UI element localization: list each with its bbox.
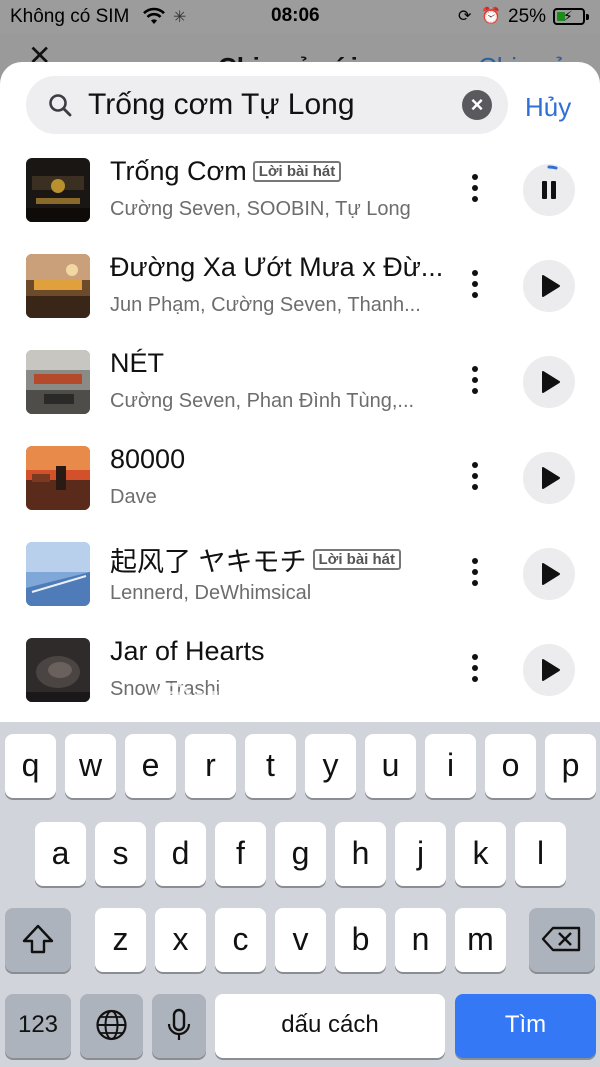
- search-input[interactable]: [88, 82, 458, 128]
- more-options-icon[interactable]: [462, 362, 488, 402]
- key-e[interactable]: e: [125, 734, 176, 798]
- more-options-icon[interactable]: [462, 650, 488, 690]
- lyrics-badge: Lời bài hát: [312, 549, 402, 570]
- key-i[interactable]: i: [425, 734, 476, 798]
- play-button[interactable]: [523, 452, 575, 504]
- album-art: [26, 254, 90, 318]
- result-row[interactable]: 80000 Dave: [0, 444, 600, 542]
- key-g[interactable]: g: [275, 822, 326, 886]
- search-submit-key[interactable]: Tìm: [455, 994, 596, 1058]
- dictation-key[interactable]: [152, 994, 206, 1058]
- globe-icon: [96, 1009, 127, 1041]
- play-button[interactable]: [523, 260, 575, 312]
- clear-search-icon[interactable]: ×: [462, 90, 492, 120]
- key-r[interactable]: r: [185, 734, 236, 798]
- battery-percent: 25%: [508, 6, 547, 27]
- key-x[interactable]: x: [155, 908, 206, 972]
- song-artist: Cường Seven, SOOBIN, Tự Long: [110, 198, 411, 220]
- key-h[interactable]: h: [335, 822, 386, 886]
- battery-icon: ⚡: [553, 8, 589, 25]
- key-p[interactable]: p: [545, 734, 596, 798]
- result-row[interactable]: 起风了 ヤキモチ Lời bài hát Lennerd, DeWhimsical: [0, 542, 600, 638]
- song-artist: Cường Seven, Phan Đình Tùng,...: [110, 390, 415, 412]
- watermark: @uantrimang: [150, 675, 444, 724]
- song-artist: Lennerd, DeWhimsical: [110, 582, 312, 604]
- shift-icon: [22, 924, 54, 954]
- key-s[interactable]: s: [95, 822, 146, 886]
- play-button[interactable]: [523, 644, 575, 696]
- clock-label: 08:06: [271, 5, 320, 26]
- song-artist: Dave: [110, 486, 157, 508]
- key-t[interactable]: t: [245, 734, 296, 798]
- shift-key[interactable]: [5, 908, 71, 972]
- album-art: [26, 158, 90, 222]
- song-title: 80000: [110, 444, 186, 474]
- key-l[interactable]: l: [515, 822, 566, 886]
- status-bar: Không có SIM ✳ 08:06 ⟳ ⏰ 25% ⚡: [0, 0, 600, 34]
- keyboard: q w e r t y u i o p a s d f g h j k l z …: [0, 722, 600, 1067]
- album-art: [26, 350, 90, 414]
- song-title: 起风了 ヤキモチ: [110, 547, 307, 577]
- more-options-icon[interactable]: [462, 458, 488, 498]
- carrier-label: Không có SIM: [10, 6, 130, 27]
- play-button[interactable]: [523, 356, 575, 408]
- space-key[interactable]: dấu cách: [215, 994, 445, 1058]
- result-row[interactable]: Trống Cơm Lời bài hát Cường Seven, SOOBIN…: [0, 156, 600, 254]
- wifi-icon: [142, 6, 166, 31]
- key-o[interactable]: o: [485, 734, 536, 798]
- numbers-key[interactable]: 123: [5, 994, 71, 1058]
- key-v[interactable]: v: [275, 908, 326, 972]
- key-z[interactable]: z: [95, 908, 146, 972]
- lyrics-badge: Lời bài hát: [252, 161, 342, 182]
- orientation-lock-icon: ⟳: [458, 8, 472, 25]
- song-title: Đường Xa Ướt Mưa x Đừ...: [110, 252, 444, 282]
- key-a[interactable]: a: [35, 822, 86, 886]
- pause-button[interactable]: [523, 164, 575, 216]
- key-u[interactable]: u: [365, 734, 416, 798]
- key-q[interactable]: q: [5, 734, 56, 798]
- play-button[interactable]: [523, 548, 575, 600]
- globe-key[interactable]: [80, 994, 143, 1058]
- album-art: [26, 638, 90, 702]
- search-icon: [48, 93, 72, 117]
- album-art: [26, 542, 90, 606]
- key-c[interactable]: c: [215, 908, 266, 972]
- search-sheet: × Hủy Trống CơmLời bài hát Cường Seven, …: [0, 62, 600, 722]
- key-y[interactable]: y: [305, 734, 356, 798]
- key-k[interactable]: k: [455, 822, 506, 886]
- key-d[interactable]: d: [155, 822, 206, 886]
- search-row: × Hủy: [0, 76, 600, 134]
- key-j[interactable]: j: [395, 822, 446, 886]
- song-title: NÉT: [110, 348, 164, 378]
- song-artist: Jun Phạm, Cường Seven, Thanh...: [110, 294, 421, 316]
- album-art: [26, 446, 90, 510]
- result-row[interactable]: Đường Xa Ướt Mưa x Đừ... Jun Phạm, Cường…: [0, 252, 600, 350]
- more-options-icon[interactable]: [462, 266, 488, 306]
- alarm-icon: ⏰: [481, 8, 501, 25]
- backspace-icon: [541, 926, 581, 952]
- search-bar[interactable]: ×: [26, 76, 508, 134]
- key-f[interactable]: f: [215, 822, 266, 886]
- cancel-button[interactable]: Hủy: [525, 92, 571, 123]
- loading-spinner-icon: ✳: [173, 9, 187, 26]
- key-n[interactable]: n: [395, 908, 446, 972]
- backspace-key[interactable]: [529, 908, 595, 972]
- song-title: Trống Cơm: [110, 156, 247, 186]
- microphone-icon: [167, 1008, 191, 1040]
- key-m[interactable]: m: [455, 908, 506, 972]
- more-options-icon[interactable]: [462, 554, 488, 594]
- result-row[interactable]: NÉT Cường Seven, Phan Đình Tùng,...: [0, 348, 600, 446]
- key-w[interactable]: w: [65, 734, 116, 798]
- song-title: Jar of Hearts: [110, 636, 265, 666]
- key-b[interactable]: b: [335, 908, 386, 972]
- more-options-icon[interactable]: [462, 170, 488, 210]
